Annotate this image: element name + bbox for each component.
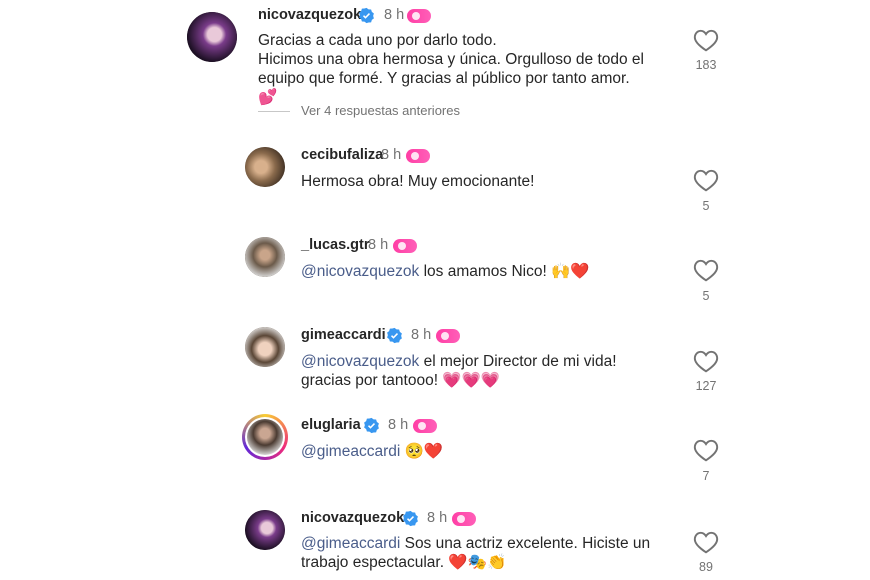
creator-badge-icon: [393, 239, 417, 253]
view-replies-link[interactable]: Ver 4 respuestas anteriores: [301, 103, 460, 118]
mention-link[interactable]: @nicovazquezok: [301, 263, 419, 280]
comment-text: @gimeaccardi Sos una actriz excelente. H…: [301, 535, 651, 571]
avatar[interactable]: [245, 510, 285, 550]
username[interactable]: _lucas.gtr: [301, 237, 370, 253]
comment-text: @gimeaccardi 🥺❤️: [301, 443, 444, 460]
divider: [258, 111, 290, 112]
avatar[interactable]: [245, 237, 285, 277]
username[interactable]: nicovazquezok: [258, 7, 361, 23]
mention-link[interactable]: @gimeaccardi: [301, 443, 400, 460]
verified-icon: [403, 510, 418, 527]
username[interactable]: nicovazquezok: [301, 510, 404, 526]
like-heart-icon[interactable]: [693, 28, 719, 52]
timestamp: 8 h: [411, 327, 432, 343]
like-heart-icon[interactable]: [693, 258, 719, 282]
like-heart-icon[interactable]: [693, 349, 719, 373]
comment-text: Gracias a cada uno por darlo todo. Hicim…: [258, 32, 644, 106]
avatar[interactable]: [245, 327, 285, 367]
creator-badge-icon: [452, 512, 476, 526]
comment-text: @nicovazquezok los amamos Nico! 🙌❤️: [301, 263, 590, 280]
verified-icon: [387, 327, 402, 344]
timestamp: 8 h: [384, 7, 405, 23]
mention-link[interactable]: @gimeaccardi: [301, 535, 400, 552]
comment-text: @nicovazquezok el mejor Director de mi v…: [301, 353, 617, 389]
timestamp: 8 h: [381, 147, 402, 163]
timestamp: 8 h: [427, 510, 448, 526]
avatar[interactable]: [242, 414, 288, 460]
avatar[interactable]: [245, 147, 285, 187]
creator-badge-icon: [406, 149, 430, 163]
mention-link[interactable]: @nicovazquezok: [301, 353, 419, 370]
creator-badge-icon: [436, 329, 460, 343]
like-count: 7: [702, 469, 710, 483]
creator-badge-icon: [407, 9, 431, 23]
verified-icon: [364, 417, 379, 434]
like-count: 183: [695, 58, 717, 72]
avatar[interactable]: [187, 12, 237, 62]
timestamp: 8 h: [388, 417, 409, 433]
like-count: 127: [695, 379, 717, 393]
comment-text: Hermosa obra! Muy emocionante!: [301, 173, 535, 190]
like-count: 89: [699, 560, 713, 574]
like-heart-icon[interactable]: [693, 530, 719, 554]
like-heart-icon[interactable]: [693, 438, 719, 462]
timestamp: 8 h: [368, 237, 389, 253]
like-count: 5: [702, 289, 710, 303]
username[interactable]: cecibufaliza: [301, 147, 383, 163]
like-heart-icon[interactable]: [693, 168, 719, 192]
username[interactable]: eluglaria: [301, 417, 361, 433]
like-count: 5: [702, 199, 710, 213]
creator-badge-icon: [413, 419, 437, 433]
username[interactable]: gimeaccardi: [301, 327, 386, 343]
verified-icon: [359, 7, 374, 24]
